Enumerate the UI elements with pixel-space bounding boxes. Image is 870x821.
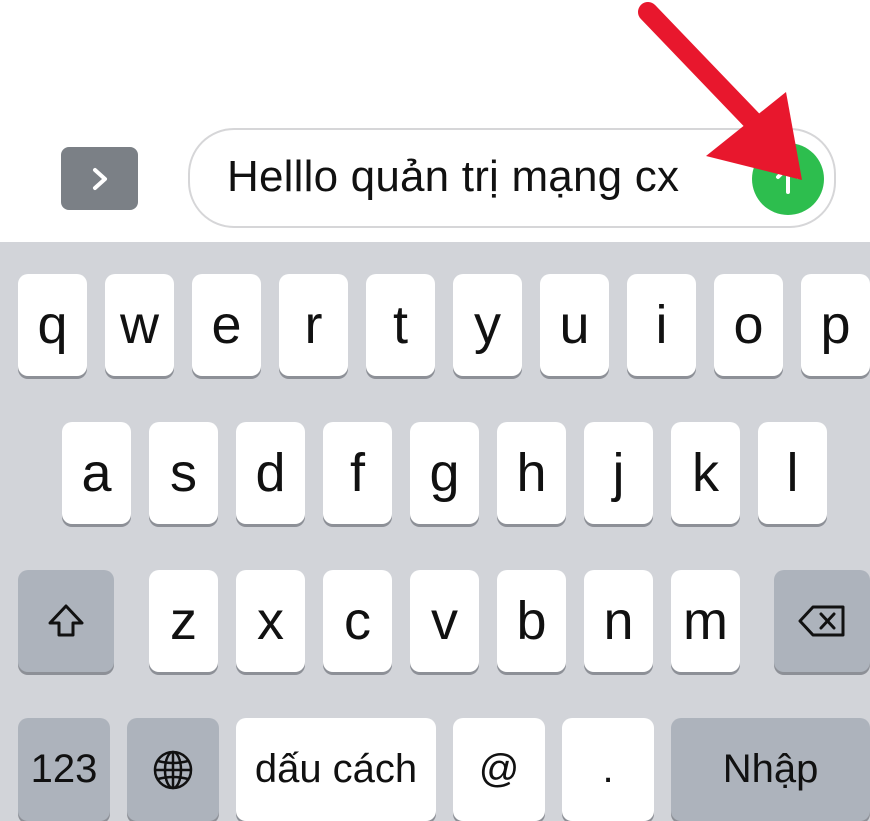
key-n[interactable]: n — [584, 570, 653, 672]
message-text: Helllo quản trị mạng cx — [227, 152, 680, 201]
globe-key[interactable] — [127, 718, 219, 821]
key-z[interactable]: z — [149, 570, 218, 672]
expand-apps-button[interactable] — [61, 147, 138, 210]
key-x[interactable]: x — [236, 570, 305, 672]
key-i[interactable]: i — [627, 274, 696, 376]
backspace-key[interactable] — [774, 570, 870, 672]
key-e[interactable]: e — [192, 274, 261, 376]
globe-icon — [153, 750, 193, 789]
key-g[interactable]: g — [410, 422, 479, 524]
key-d[interactable]: d — [236, 422, 305, 524]
return-key[interactable]: Nhập — [671, 718, 870, 821]
key-k[interactable]: k — [671, 422, 740, 524]
key-h[interactable]: h — [497, 422, 566, 524]
key-t[interactable]: t — [366, 274, 435, 376]
key-s[interactable]: s — [149, 422, 218, 524]
key-l[interactable]: l — [758, 422, 827, 524]
key-r[interactable]: r — [279, 274, 348, 376]
key-c[interactable]: c — [323, 570, 392, 672]
send-button[interactable] — [752, 143, 824, 215]
key-p[interactable]: p — [801, 274, 870, 376]
numbers-key[interactable]: 123 — [18, 718, 110, 821]
key-v[interactable]: v — [410, 570, 479, 672]
key-j[interactable]: j — [584, 422, 653, 524]
key-f[interactable]: f — [323, 422, 392, 524]
arrow-up-icon — [776, 165, 800, 194]
space-key[interactable]: dấu cách — [236, 718, 436, 821]
key-b[interactable]: b — [497, 570, 566, 672]
chevron-right-icon — [92, 167, 107, 190]
shift-key[interactable] — [18, 570, 114, 672]
key-q[interactable]: q — [18, 274, 87, 376]
period-key[interactable]: . — [562, 718, 654, 821]
key-m[interactable]: m — [671, 570, 740, 672]
key-w[interactable]: w — [105, 274, 174, 376]
key-a[interactable]: a — [62, 422, 131, 524]
key-u[interactable]: u — [540, 274, 609, 376]
key-y[interactable]: y — [453, 274, 522, 376]
message-input-field[interactable]: Helllo quản trị mạng cx — [188, 128, 836, 228]
backspace-icon — [798, 605, 845, 637]
key-o[interactable]: o — [714, 274, 783, 376]
keyboard: q w e r t y u i o p a s d f g h j k l z … — [0, 242, 870, 821]
at-key[interactable]: @ — [453, 718, 545, 821]
message-input-bar: Helllo quản trị mạng cx — [0, 0, 870, 242]
shift-icon — [48, 604, 84, 637]
